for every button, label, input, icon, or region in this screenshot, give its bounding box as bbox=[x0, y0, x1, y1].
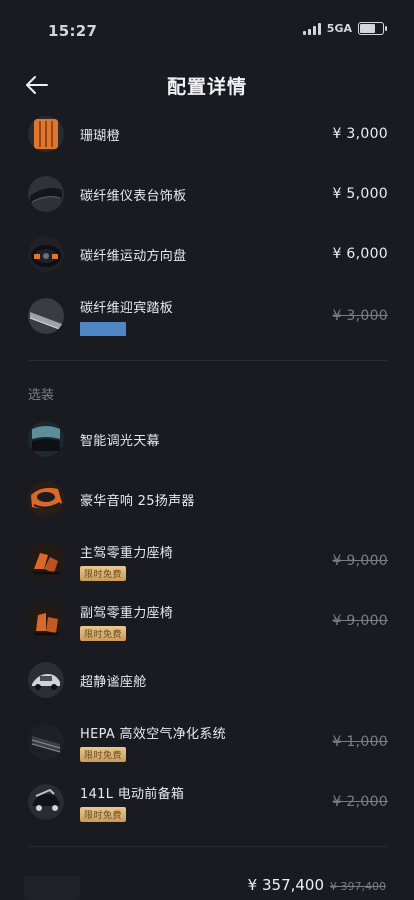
option-item-quiet-cabin[interactable]: 超静谧座舱 bbox=[28, 658, 388, 702]
item-original-price: ¥ 2,000 bbox=[332, 794, 388, 810]
status-time: 15:27 bbox=[48, 22, 98, 40]
total-price-row: ¥ 357,400 ¥ 397,400 bbox=[248, 876, 386, 894]
item-original-price: ¥ 9,000 bbox=[332, 613, 388, 629]
bottom-action-area[interactable] bbox=[24, 876, 80, 900]
limited-free-tag: 限时免费 bbox=[80, 565, 126, 581]
divider bbox=[28, 360, 388, 361]
option-item-smart-sunroof[interactable]: 智能调光天幕 bbox=[28, 417, 388, 461]
quiet-cabin-thumbnail bbox=[28, 662, 64, 698]
item-name: 碳纤维运动方向盘 bbox=[80, 248, 187, 264]
total-price: ¥ 357,400 bbox=[247, 876, 325, 894]
option-item-hepa-filter[interactable]: HEPA 高效空气净化系统 限时免费 ¥ 1,000 bbox=[28, 718, 388, 766]
item-original-price: ¥ 9,000 bbox=[332, 553, 388, 569]
carbon-dash-trim-thumbnail bbox=[28, 176, 64, 212]
signal-icon bbox=[302, 22, 321, 35]
item-price: ¥ 5,000 bbox=[332, 186, 388, 202]
passenger-seat-thumbnail bbox=[28, 603, 64, 639]
item-name: 141L 电动前备箱 bbox=[80, 786, 185, 802]
config-item-carbon-steering-wheel[interactable]: 碳纤维运动方向盘 ¥ 6,000 bbox=[28, 232, 388, 276]
option-item-driver-zero-g-seat[interactable]: 主驾零重力座椅 限时免费 ¥ 9,000 bbox=[28, 537, 388, 585]
item-name: 珊瑚橙 bbox=[80, 128, 120, 144]
status-bar: 15:27 5GA bbox=[0, 0, 414, 60]
smart-sunroof-thumbnail bbox=[28, 421, 64, 457]
config-item-coral-orange[interactable]: 珊瑚橙 ¥ 3,000 bbox=[28, 112, 388, 156]
status-indicators: 5GA bbox=[302, 22, 387, 35]
item-price: ¥ 3,000 bbox=[332, 126, 388, 142]
blue-badge bbox=[80, 321, 126, 336]
option-item-premium-audio[interactable]: 豪华音响 25扬声器 bbox=[28, 477, 388, 521]
divider bbox=[28, 846, 388, 847]
header: 配置详情 bbox=[0, 62, 414, 108]
config-item-carbon-dash-trim[interactable]: 碳纤维仪表台饰板 ¥ 5,000 bbox=[28, 172, 388, 216]
item-name: 智能调光天幕 bbox=[80, 433, 160, 449]
coral-orange-thumbnail bbox=[28, 116, 64, 152]
item-name: 主驾零重力座椅 bbox=[80, 545, 174, 561]
page-title: 配置详情 bbox=[166, 76, 247, 98]
limited-free-tag: 限时免费 bbox=[80, 806, 126, 822]
carbon-steering-wheel-thumbnail bbox=[28, 236, 64, 272]
battery-icon bbox=[358, 22, 387, 35]
item-name: 超静谧座舱 bbox=[80, 674, 147, 690]
carbon-sill-plate-thumbnail bbox=[28, 298, 64, 334]
options-section-label: 选装 bbox=[28, 388, 55, 403]
item-name: 副驾零重力座椅 bbox=[80, 605, 174, 621]
item-name: 碳纤维仪表台饰板 bbox=[80, 188, 187, 204]
config-item-carbon-sill-plate[interactable]: 碳纤维迎宾踏板 ¥ 3,000 bbox=[28, 292, 388, 340]
network-type: 5GA bbox=[326, 22, 352, 35]
item-name: 碳纤维迎宾踏板 bbox=[80, 300, 174, 316]
option-item-electric-frunk[interactable]: 141L 电动前备箱 限时免费 ¥ 2,000 bbox=[28, 778, 388, 826]
item-original-price: ¥ 1,000 bbox=[332, 734, 388, 750]
driver-seat-thumbnail bbox=[28, 543, 64, 579]
config-details-page: 15:27 5GA 配置详情 珊瑚橙 ¥ 3,000 碳纤维仪表台饰板 ¥ 5,… bbox=[0, 0, 414, 900]
option-item-passenger-zero-g-seat[interactable]: 副驾零重力座椅 限时免费 ¥ 9,000 bbox=[28, 597, 388, 645]
hepa-filter-thumbnail bbox=[28, 724, 64, 760]
limited-free-tag: 限时免费 bbox=[80, 746, 126, 762]
item-price: ¥ 6,000 bbox=[332, 246, 388, 262]
limited-free-tag: 限时免费 bbox=[80, 625, 126, 641]
electric-frunk-thumbnail bbox=[28, 784, 64, 820]
premium-audio-thumbnail bbox=[28, 481, 64, 517]
item-name: 豪华音响 25扬声器 bbox=[80, 493, 195, 509]
item-name: HEPA 高效空气净化系统 bbox=[80, 726, 226, 742]
item-original-price: ¥ 3,000 bbox=[332, 308, 388, 324]
original-total-price: ¥ 397,400 bbox=[330, 880, 386, 893]
